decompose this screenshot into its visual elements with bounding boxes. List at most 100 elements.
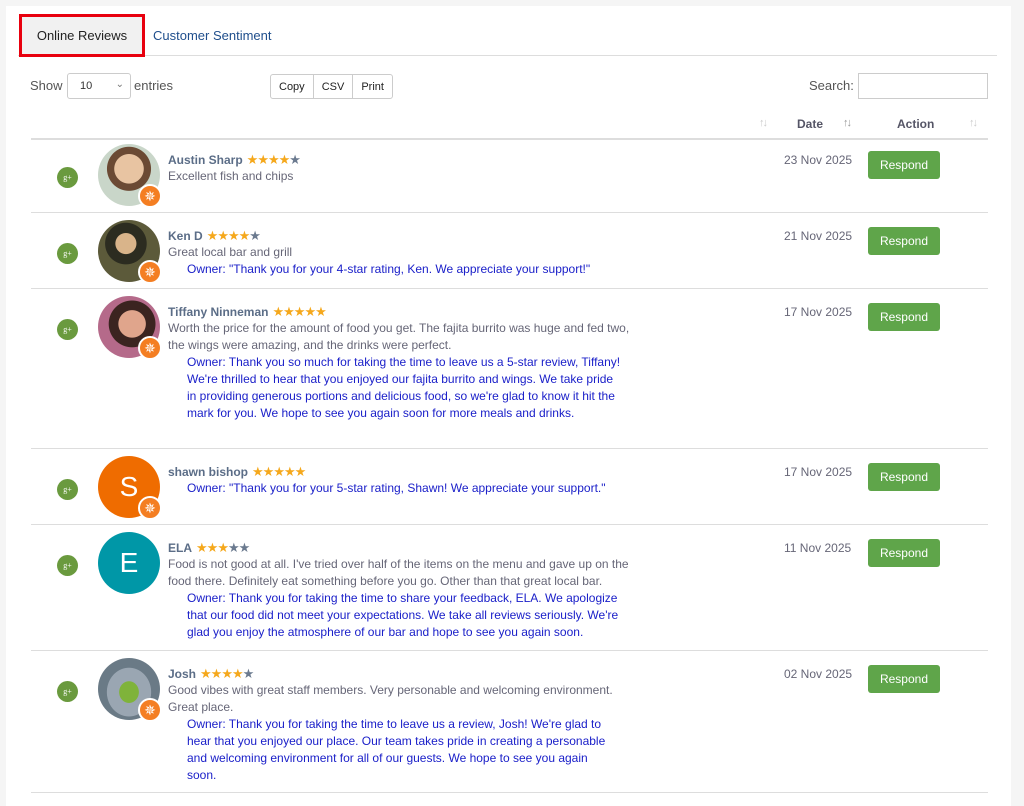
star-filled-icon: ★ [196,540,208,555]
avatar: E [98,532,160,594]
avatar-letter: E [98,532,160,594]
export-button-group: Copy CSV Print [270,74,393,99]
star-filled-icon: ★ [283,464,296,479]
owner-reply: Owner: Thank you so much for taking the … [187,355,621,420]
star-filled-icon: ★ [272,304,284,319]
star-empty-icon: ★ [238,540,251,555]
owner-reply: Owner: Thank you for taking the time to … [187,717,606,782]
owner-reply: Owner: "Thank you for your 4-star rating… [187,262,591,276]
avatar: ✵ [98,220,162,284]
google-plus-icon: g+ [57,479,78,500]
respond-button[interactable]: Respond [868,303,940,331]
star-filled-icon: ★ [294,464,307,479]
tab-customer-sentiment[interactable]: Customer Sentiment [153,28,272,43]
respond-button[interactable]: Respond [868,227,940,255]
star-filled-icon: ★ [246,152,259,167]
star-filled-icon: ★ [206,228,219,243]
table-row: g+ ✵ Josh ★★★★★ Good vibes with great sta… [31,651,988,793]
review-source-badge-icon: ✵ [138,260,162,284]
entries-select[interactable]: 10 ⌄ [67,73,131,99]
reviewer-name: shawn bishop ★★★★★ [168,464,307,479]
reviewer-name: Josh ★★★★★ [168,666,255,681]
entries-label: entries [134,78,174,93]
copy-button[interactable]: Copy [270,74,314,99]
review-date: 11 Nov 2025 [784,541,852,555]
star-filled-icon: ★ [262,464,275,479]
review-date: 21 Nov 2025 [784,229,853,243]
entries-value: 10 [80,80,93,92]
star-filled-icon: ★ [221,666,233,681]
review-date: 17 Nov 2025 [784,305,853,319]
avatar: ✵ [98,658,162,722]
star-filled-icon: ★ [217,228,229,243]
csv-button[interactable]: CSV [312,74,354,99]
respond-button[interactable]: Respond [868,463,940,491]
star-filled-icon: ★ [278,152,291,167]
star-filled-icon: ★ [304,304,316,319]
google-plus-icon: g+ [57,555,78,576]
sort-desc-icon[interactable]: ↑↓ [843,117,852,129]
google-plus-icon: g+ [57,167,78,188]
table-header: ↑↓ Date ↑↓ Action ↑↓ [31,110,988,140]
star-filled-icon: ★ [210,666,223,681]
star-filled-icon: ★ [200,666,212,681]
google-plus-icon: g+ [57,681,78,702]
column-header-date[interactable]: Date [797,117,823,131]
review-text: Great local bar and grill [168,245,293,259]
star-rating: ★★★★★ [252,464,307,479]
reviews-panel: Online Reviews Customer Sentiment Show 1… [6,6,1011,806]
table-row: g+ ✵ Tiffany Ninneman ★★★★★ Worth the pri… [31,289,988,449]
star-empty-icon: ★ [249,228,261,243]
star-filled-icon: ★ [252,464,264,479]
table-row: g+ S ✵ shawn bishop ★★★★★ Owner: "Thank y… [31,449,988,525]
avatar: S ✵ [98,456,162,520]
star-filled-icon: ★ [315,304,327,319]
review-text: Worth the price for the amount of food y… [168,321,630,352]
respond-button[interactable]: Respond [868,539,940,567]
star-filled-icon: ★ [293,304,306,319]
avatar: ✵ [98,144,162,208]
reviewer-name: Tiffany Ninneman ★★★★★ [168,304,327,319]
reviewer-name: Ken D ★★★★★ [168,228,261,243]
table-row: g+ E ELA ★★★★★ Food is not good at all. I… [31,525,988,651]
star-filled-icon: ★ [238,228,251,243]
reviewer-name: ELA ★★★★★ [168,540,251,555]
star-rating: ★★★★★ [200,666,255,681]
reviewer-name: Austin Sharp ★★★★★ [168,152,301,167]
star-filled-icon: ★ [267,152,280,167]
tab-online-reviews[interactable]: Online Reviews [19,14,145,57]
review-source-badge-icon: ✵ [138,184,162,208]
review-source-badge-icon: ✵ [138,496,162,520]
owner-reply: Owner: "Thank you for your 5-star rating… [187,481,606,495]
google-plus-icon: g+ [57,319,78,340]
print-button[interactable]: Print [352,74,393,99]
table-row: g+ ✵ Ken D ★★★★★ Great local bar and gril… [31,213,988,289]
review-date: 17 Nov 2025 [784,465,853,479]
column-header-action[interactable]: Action [897,117,934,131]
star-filled-icon: ★ [283,304,295,319]
review-text: Good vibes with great staff members. Ver… [168,683,613,714]
owner-reply: Owner: Thank you for taking the time to … [187,591,619,639]
search-input[interactable] [858,73,988,99]
star-filled-icon: ★ [227,228,240,243]
review-date: 02 Nov 2025 [784,667,853,681]
star-filled-icon: ★ [206,540,219,555]
review-source-badge-icon: ✵ [138,698,162,722]
table-row: g+ ✵ Austin Sharp ★★★★★ Excellent fish an… [31,137,988,213]
review-text: Excellent fish and chips [168,169,294,183]
star-empty-icon: ★ [227,540,240,555]
sort-icon[interactable]: ↑↓ [969,117,978,129]
star-rating: ★★★★★ [272,304,327,319]
avatar: ✵ [98,296,162,360]
star-empty-icon: ★ [242,666,255,681]
respond-button[interactable]: Respond [868,665,940,693]
star-rating: ★★★★★ [206,228,261,243]
star-filled-icon: ★ [257,152,269,167]
show-label: Show [30,78,63,93]
tab-bar: Online Reviews Customer Sentiment [18,6,997,57]
search-label: Search: [809,78,854,93]
respond-button[interactable]: Respond [868,151,940,179]
star-filled-icon: ★ [231,666,244,681]
sort-icon[interactable]: ↑↓ [759,117,768,129]
chevron-down-icon: ⌄ [115,79,124,90]
